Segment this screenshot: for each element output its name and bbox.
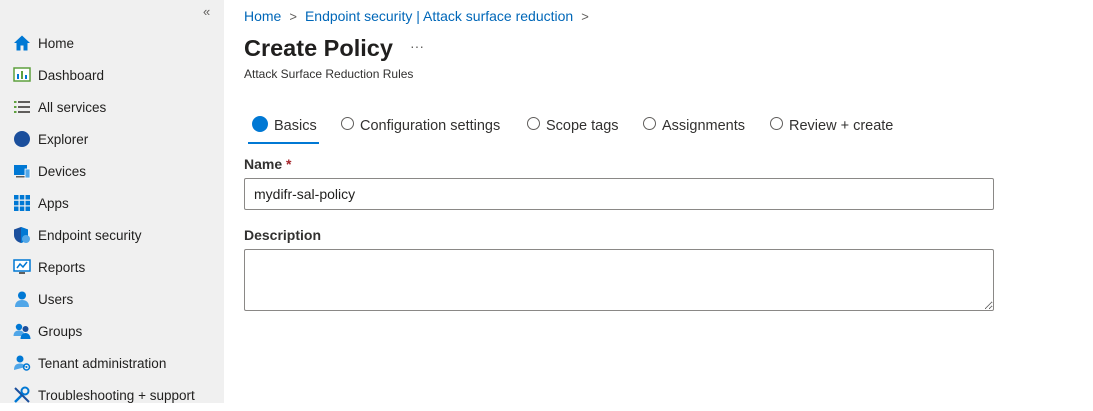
active-tab-underline <box>248 142 319 144</box>
sidebar-item-apps[interactable]: Apps <box>0 187 224 219</box>
step-radio-icon <box>341 116 354 130</box>
more-options-button[interactable]: ··· <box>410 38 424 54</box>
tab-assignments[interactable]: Assignments <box>643 110 745 142</box>
breadcrumb: Home > Endpoint security | Attack surfac… <box>244 8 597 24</box>
home-icon <box>13 34 31 52</box>
step-radio-icon <box>643 116 656 130</box>
wizard-tabs: Basics Configuration settings Scope tags… <box>248 110 951 144</box>
tab-label: Assignments <box>662 118 746 134</box>
sidebar-item-dashboard[interactable]: Dashboard <box>0 59 224 91</box>
name-input[interactable] <box>244 178 994 210</box>
tab-scope-tags[interactable]: Scope tags <box>527 110 619 142</box>
sidebar-item-label: Endpoint security <box>38 227 142 243</box>
breadcrumb-endpoint-security-link[interactable]: Endpoint security | Attack surface reduc… <box>305 8 573 24</box>
sidebar-item-label: Explorer <box>38 131 89 147</box>
sidebar-item-home[interactable]: Home <box>0 27 224 59</box>
tab-label: Review + create <box>789 118 894 134</box>
step-radio-icon <box>527 116 540 130</box>
chevron-right-icon: > <box>289 8 297 24</box>
description-input[interactable] <box>244 249 994 311</box>
collapse-sidebar-button[interactable]: « <box>203 4 210 19</box>
page-subtitle: Attack Surface Reduction Rules <box>244 67 414 81</box>
reports-icon <box>13 258 31 276</box>
sidebar-item-label: Apps <box>38 195 69 211</box>
wrench-icon <box>13 386 31 404</box>
sidebar: « Home Dashboard All services Explorer D… <box>0 0 224 403</box>
tab-configuration-settings[interactable]: Configuration settings <box>341 110 500 142</box>
tab-label: Basics <box>274 118 317 134</box>
breadcrumb-home-link[interactable]: Home <box>244 8 281 24</box>
sidebar-item-devices[interactable]: Devices <box>0 155 224 187</box>
step-active-icon <box>252 116 268 132</box>
sidebar-item-troubleshooting[interactable]: Troubleshooting + support <box>0 379 224 411</box>
tab-label: Configuration settings <box>360 118 501 134</box>
devices-icon <box>13 162 31 180</box>
sidebar-item-reports[interactable]: Reports <box>0 251 224 283</box>
sidebar-nav: Home Dashboard All services Explorer Dev… <box>0 27 224 411</box>
tab-label: Scope tags <box>546 118 619 134</box>
required-marker: * <box>286 156 292 172</box>
sidebar-item-label: Troubleshooting + support <box>38 387 195 403</box>
name-label: Name * <box>244 156 291 172</box>
description-label: Description <box>244 227 322 243</box>
shield-icon <box>13 226 31 244</box>
explorer-icon <box>13 130 31 148</box>
sidebar-item-label: Home <box>38 35 75 51</box>
tab-review-create[interactable]: Review + create <box>770 110 893 142</box>
sidebar-item-label: All services <box>38 99 107 115</box>
sidebar-item-label: Dashboard <box>38 67 105 83</box>
sidebar-item-groups[interactable]: Groups <box>0 315 224 347</box>
tab-basics[interactable]: Basics <box>248 110 319 144</box>
sidebar-item-label: Tenant administration <box>38 355 167 371</box>
list-icon <box>13 98 31 116</box>
sidebar-item-label: Devices <box>38 163 87 179</box>
dashboard-icon <box>13 66 31 84</box>
main-content: Home > Endpoint security | Attack surfac… <box>244 0 1093 403</box>
chevron-right-icon: > <box>581 8 589 24</box>
sidebar-item-label: Groups <box>38 323 83 339</box>
name-label-text: Name <box>244 156 283 172</box>
sidebar-item-tenant-administration[interactable]: Tenant administration <box>0 347 224 379</box>
sidebar-item-label: Reports <box>38 259 86 275</box>
apps-grid-icon <box>13 194 31 212</box>
tenant-admin-icon <box>13 354 31 372</box>
step-radio-icon <box>770 116 783 130</box>
sidebar-item-endpoint-security[interactable]: Endpoint security <box>0 219 224 251</box>
page-title: Create Policy <box>244 35 393 61</box>
sidebar-item-users[interactable]: Users <box>0 283 224 315</box>
sidebar-item-label: Users <box>38 291 74 307</box>
group-icon <box>13 322 31 340</box>
sidebar-item-all-services[interactable]: All services <box>0 91 224 123</box>
user-icon <box>13 290 31 308</box>
sidebar-item-explorer[interactable]: Explorer <box>0 123 224 155</box>
